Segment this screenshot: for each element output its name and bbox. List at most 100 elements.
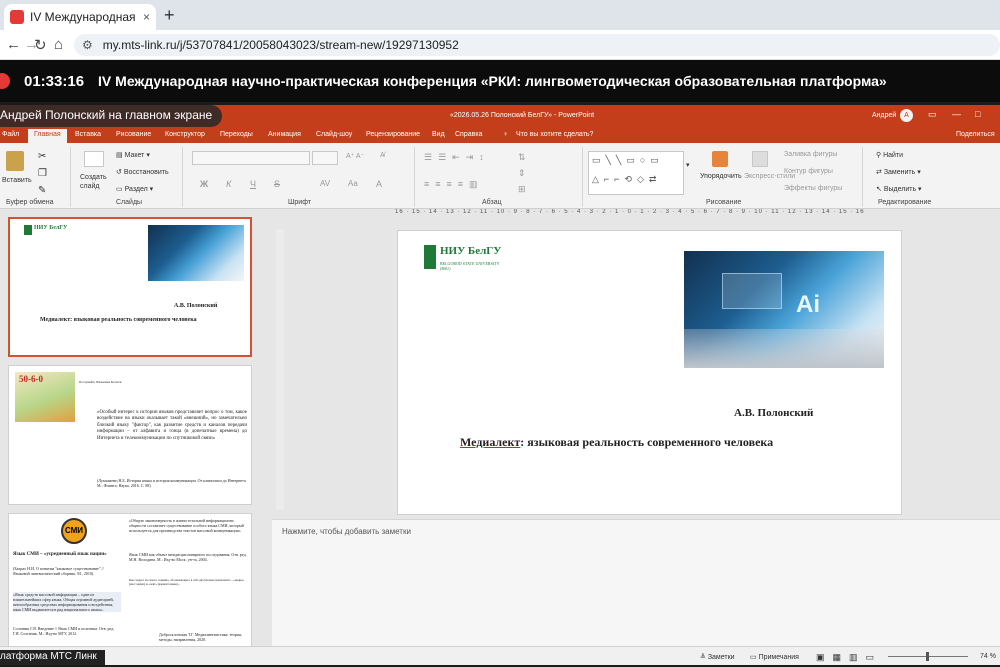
home-icon[interactable]: ⌂ [54,36,63,53]
tab-slideshow[interactable]: Слайд-шоу [316,131,352,138]
comments-toggle-label: Примечания [758,654,799,661]
find-button[interactable]: ⚲ Найти [876,151,903,159]
section-label: Раздел [124,186,148,193]
paste-icon[interactable] [6,151,24,171]
minimize-icon[interactable]: — [952,109,961,119]
find-label: Найти [883,152,904,159]
user-avatar[interactable]: А [900,109,913,122]
tab-view[interactable]: Вид [432,131,445,138]
tab-transitions[interactable]: Переходы [220,131,253,138]
main-slide[interactable]: НИУ БелГУ BELGOROD STATE UNIVERSITY (BSU… [397,230,902,515]
bold-button[interactable]: Ж [200,179,208,189]
notes-toggle[interactable]: ≜ Заметки [700,653,735,661]
ribbon-divider [582,147,583,207]
tab-help[interactable]: Справка [455,131,482,138]
paste-button[interactable]: Вставить [2,177,32,184]
shape-outline-button[interactable]: Контур фигуры [784,168,833,175]
change-case-button[interactable]: Aa [348,179,358,188]
shapes-gallery[interactable]: ▭╲╲▭○▭ △⌐⌐⟲◇⇄ [588,151,684,195]
ribbon-display-icon[interactable]: ▭ [928,109,937,120]
italic-button[interactable]: К [226,179,231,189]
layout-button[interactable]: ▤ Макет ▾ [116,151,150,159]
font-color-button[interactable]: A [376,179,382,189]
thumb-2-small-title: Послушайте Уважаемые Коллеги [79,380,122,384]
comments-toggle[interactable]: ▭ Примечания [750,653,799,661]
shapes-more-icon[interactable]: ▾ [686,161,690,169]
thumb-3-left-source: Солганик Г.Я. Введение // Язык СМИ и пол… [13,626,115,636]
tab-title: IV Международная научно [30,10,139,24]
tab-insert[interactable]: Вставка [75,131,101,138]
ruler-marks: 16 · 15 · 14 · 13 · 12 · 11 · 10 · 9 · 8… [395,209,865,215]
arrange-button[interactable]: Упорядочить [700,173,742,180]
grow-font-icon[interactable]: A⁺ A⁻ [346,152,364,160]
new-slide-button[interactable]: Создать слайд [80,173,110,191]
tab-animations[interactable]: Анимация [268,131,301,138]
shapes-row2[interactable]: △⌐⌐⟲◇⇄ [592,174,661,185]
url-input[interactable]: ⚙ my.mts-link.ru/j/53707841/20058043023/… [74,34,1000,56]
zoom-level[interactable]: 74 % [980,653,996,660]
tab-file[interactable]: Файл [2,131,19,138]
align-text-icon[interactable]: ⇕ [518,168,526,179]
notes-pane[interactable]: Нажмите, чтобы добавить заметки [272,519,1000,658]
shape-fill-button[interactable]: Заливка фигуры [784,151,837,158]
maximize-icon[interactable]: □ [975,109,980,119]
new-slide-icon[interactable] [84,151,104,167]
new-tab-button[interactable]: + [164,5,175,26]
thumb-3-left-quote: «Язык средств массовой информации – один… [13,592,121,612]
tab-design[interactable]: Конструктор [165,131,205,138]
clear-format-icon[interactable]: A̸ [380,152,385,159]
shape-effects-button[interactable]: Эффекты фигуры [784,185,842,192]
tell-me-search[interactable]: Что вы хотите сделать? [516,131,593,138]
thumb-3-left-title: Язык СМИ – «усредненный язык нации» [13,552,107,557]
slide-thumbnail-3[interactable]: СМИ Язык СМИ – «усредненный язык нации» … [8,513,252,653]
arrange-icon[interactable] [712,151,728,167]
shapes-row1[interactable]: ▭╲╲▭○▭ [592,155,664,166]
powerpoint-status-bar: ≜ Заметки ▭ Примечания ▣▦▥▭ 74 % [0,646,1000,667]
share-button[interactable]: Поделиться [956,131,995,138]
font-size-select[interactable] [312,151,338,165]
align-buttons[interactable]: ≡≡≡≡▥ [424,179,484,190]
shared-screen-powerpoint: «2026.05.26 Полонский БелГУ» - PowerPoin… [0,105,1000,658]
replace-button[interactable]: ⇄ Заменить ▾ [876,168,921,176]
browser-tab[interactable]: IV Международная научно × [4,4,156,30]
tab-close-icon[interactable]: × [143,10,150,24]
thumb-title-underlined: Медиалект [40,317,71,323]
underline-button[interactable]: Ч [250,179,256,189]
address-bar: ← → ↻ ⌂ ⚙ my.mts-link.ru/j/53707841/2005… [0,30,1000,60]
cut-icon[interactable]: ✂ [38,151,46,162]
tab-home[interactable]: Главная [28,129,67,143]
laptop-base [684,329,884,368]
site-info-icon[interactable]: ⚙ [82,38,93,52]
strikethrough-button[interactable]: S [274,179,280,189]
smartart-icon[interactable]: ⊞ [518,184,526,195]
layout-label: Макет [124,152,145,159]
zoom-slider-thumb[interactable] [926,652,929,661]
tab-draw[interactable]: Рисование [116,131,151,138]
view-buttons[interactable]: ▣▦▥▭ [816,652,882,663]
notes-toggle-label: Заметки [707,654,735,661]
ai-screen-panel [722,273,782,309]
font-name-select[interactable] [192,151,310,165]
reset-button[interactable]: ↺ Восстановить [116,168,169,176]
char-spacing-button[interactable]: AV [320,179,330,188]
quick-styles-icon[interactable] [752,151,768,167]
thumb-2-header: 50-6-0 [19,374,43,384]
back-arrow-icon[interactable]: ← [6,36,21,53]
thumb-ai-image [148,225,244,281]
section-button[interactable]: ▭ Раздел ▾ [116,185,153,193]
slide-thumbnail-1[interactable]: НИУ БелГУ А.В. Полонский Медиалект: язык… [8,217,252,357]
conference-header: 01:33:16 IV Международная научно-практич… [0,60,1000,102]
reload-icon[interactable]: ↻ [34,36,47,54]
list-buttons[interactable]: ☰☰⇤⇥↕ [424,152,490,163]
copy-icon[interactable]: ❐ [38,168,47,179]
slide-title-underlined: Медиалект [460,435,521,449]
ribbon-divider [414,147,415,207]
slide-thumbnail-2[interactable]: 50-6-0 Послушайте Уважаемые Коллеги «Осо… [8,365,252,505]
tab-review[interactable]: Рецензирование [366,131,420,138]
format-painter-icon[interactable]: ✎ [38,185,46,196]
text-direction-icon[interactable]: ⇅ [518,152,526,163]
bsu-logo-icon [424,245,436,269]
bsu-logo-sub: BELGOROD STATE UNIVERSITY (BSU) [440,261,500,271]
select-button[interactable]: ↖ Выделить ▾ [876,185,922,193]
ribbon-tabs: Файл Главная Вставка Рисование Конструкт… [0,127,1000,143]
